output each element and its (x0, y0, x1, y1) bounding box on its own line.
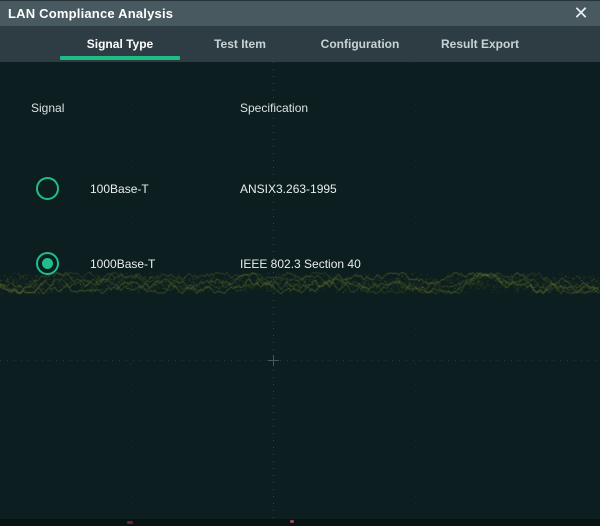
signal-row-1000base-t[interactable]: 1000Base-T IEEE 802.3 Section 40 (0, 245, 600, 283)
signal-specification: ANSIX3.263-1995 (240, 170, 337, 208)
tab-configuration[interactable]: Configuration (300, 26, 420, 62)
radio-100base-t[interactable] (36, 177, 59, 200)
radio-dot-icon (42, 258, 53, 269)
bottom-marker-pink (290, 520, 294, 523)
radio-1000base-t[interactable] (36, 252, 59, 275)
column-header-specification: Specification (240, 101, 308, 115)
dialog-title: LAN Compliance Analysis (0, 6, 173, 21)
close-button[interactable]: ✕ (567, 1, 595, 27)
signal-name: 100Base-T (90, 170, 149, 208)
tab-label: Configuration (321, 37, 400, 51)
title-bar: LAN Compliance Analysis ✕ (0, 0, 600, 26)
bottom-marker-red (127, 521, 133, 524)
tab-result-export[interactable]: Result Export (420, 26, 540, 62)
signal-specification: IEEE 802.3 Section 40 (240, 245, 361, 283)
column-header-signal: Signal (31, 101, 64, 115)
signal-name: 1000Base-T (90, 245, 155, 283)
lan-compliance-dialog: LAN Compliance Analysis ✕ Signal Type Te… (0, 0, 600, 526)
screen-bottom-edge (0, 519, 600, 526)
tab-label: Signal Type (87, 37, 153, 51)
tab-test-item[interactable]: Test Item (180, 26, 300, 62)
signal-row-100base-t[interactable]: 100Base-T ANSIX3.263-1995 (0, 170, 600, 208)
tab-label: Result Export (441, 37, 519, 51)
tab-signal-type[interactable]: Signal Type (60, 26, 180, 62)
tab-bar: Signal Type Test Item Configuration Resu… (0, 26, 600, 62)
tab-label: Test Item (214, 37, 266, 51)
close-icon: ✕ (573, 3, 588, 23)
